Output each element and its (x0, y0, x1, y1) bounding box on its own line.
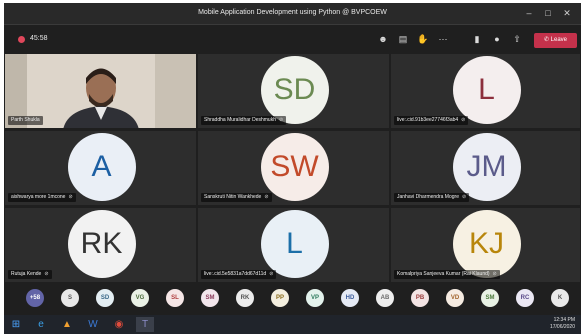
mic-icon[interactable]: ● (490, 33, 504, 45)
participant-name: Rutuja Kende ⊘ (8, 270, 52, 279)
participant-name: Janhavi Dharmendra Mogre ⊘ (394, 193, 470, 202)
participant-tile[interactable]: Aaishwarya more 1mcone ⊘ (4, 130, 197, 206)
participant-name-text: Sanskruti Nitin Wankhede (204, 194, 262, 200)
participant-chip[interactable]: VG (131, 289, 149, 307)
participant-name: live:.cid.5e5831a7dd67d11d ⊘ (201, 270, 277, 279)
participant-avatar: JM (452, 133, 521, 201)
participant-name: live:.cid.91b3ee27746f3ab4 ⊘ (394, 116, 469, 125)
leave-label: Leave (550, 37, 568, 43)
participant-name-text: Rutuja Kende (11, 271, 42, 277)
participant-avatar: SD (260, 56, 329, 124)
more-participants-button[interactable]: +58 (26, 289, 44, 307)
meeting-title: Mobile Application Development using Pyt… (198, 9, 387, 16)
minimize-icon[interactable]: – (522, 7, 536, 19)
edge-icon[interactable]: e (32, 317, 50, 332)
participant-tile[interactable]: Llive:.cid.5e5831a7dd67d11d ⊘ (197, 207, 390, 283)
participant-avatar: SW (260, 133, 329, 201)
participant-avatar: L (452, 56, 521, 124)
participant-name: Sanskruti Nitin Wankhede ⊘ (201, 193, 272, 202)
participant-avatar: L (260, 210, 329, 278)
participant-chip[interactable]: VP (306, 289, 324, 307)
participant-tile[interactable]: JM Janhavi Dharmendra Mogre ⊘ (390, 130, 581, 206)
camera-icon[interactable]: ▮ (470, 33, 484, 45)
phone-icon: ✆ (543, 37, 549, 43)
participant-chip[interactable]: SL (166, 289, 184, 307)
participants-icon[interactable]: ☻ (376, 33, 390, 45)
participant-tile[interactable]: KJ Komalpriya Sanjeeva Kumar (Rai Klaund)… (390, 207, 581, 283)
clock-time: 12:34 PM (553, 317, 575, 323)
participant-tile[interactable]: Llive:.cid.91b3ee27746f3ab4 ⊘ (390, 53, 581, 129)
participant-tile[interactable]: SD Shraddha Muralidhar Deshmukh ⊘ (197, 53, 390, 129)
participant-chip[interactable]: HD (341, 289, 359, 307)
participant-chip[interactable]: SM (201, 289, 219, 307)
participant-chip[interactable]: VD (446, 289, 464, 307)
participant-name-text: live:.cid.5e5831a7dd67d11d (204, 271, 267, 277)
participant-chip[interactable]: RK (236, 289, 254, 307)
participant-tile[interactable]: Parth Shukla (4, 53, 197, 129)
participant-name-text: Shraddha Muralidhar Deshmukh (204, 117, 276, 123)
muted-mic-icon: ⊘ (278, 117, 284, 123)
participant-name: Shraddha Muralidhar Deshmukh ⊘ (201, 116, 287, 125)
muted-mic-icon: ⊘ (461, 117, 466, 123)
participant-name: aishwarya more 1mcone ⊘ (8, 193, 76, 202)
participant-name-text: Parth Shukla (11, 117, 40, 123)
share-icon[interactable]: ⇧ (510, 33, 524, 45)
leave-button[interactable]: ✆ Leave (534, 33, 577, 48)
participant-chip[interactable]: RC (516, 289, 534, 307)
recording-dot-icon (18, 36, 25, 43)
close-icon[interactable]: ✕ (560, 7, 574, 19)
participant-avatar: KJ (452, 210, 521, 278)
maximize-icon[interactable]: □ (541, 7, 555, 19)
participant-name: Komalpriya Sanjeeva Kumar (Rai Klaund) ⊘ (394, 270, 500, 279)
participant-name-text: aishwarya more 1mcone (11, 194, 66, 200)
participant-name: Parth Shukla (8, 116, 43, 125)
meeting-toolbar: 45:58 ☻ ▤ ✋ ⋯ ▮ ● ⇧ ✆ Leave (4, 25, 581, 53)
muted-mic-icon: ⊘ (44, 271, 49, 277)
windows-taskbar: ⊞ e ▲ W ◉ T 12:34 PM 17/06/2020 (4, 315, 581, 334)
muted-mic-icon: ⊘ (461, 194, 467, 200)
participant-name-text: Komalpriya Sanjeeva Kumar (Rai Klaund) (397, 271, 490, 277)
participant-name-text: live:.cid.91b3ee27746f3ab4 (397, 117, 459, 123)
participant-chip[interactable]: PP (271, 289, 289, 307)
teams-window: Mobile Application Development using Pyt… (4, 3, 581, 334)
system-clock: 12:34 PM 17/06/2020 (550, 317, 575, 331)
muted-mic-icon: ⊘ (264, 194, 269, 200)
start-icon[interactable]: ⊞ (8, 317, 24, 332)
participant-name-text: Janhavi Dharmendra Mogre (397, 194, 459, 200)
vlc-icon[interactable]: ▲ (58, 317, 76, 332)
muted-mic-icon: ⊘ (492, 271, 497, 277)
muted-mic-icon: ⊘ (68, 194, 73, 200)
participant-tile[interactable]: SW Sanskruti Nitin Wankhede ⊘ (197, 130, 390, 206)
clock-date: 17/06/2020 (549, 324, 575, 330)
chrome-icon[interactable]: ◉ (110, 317, 128, 332)
raise-hand-icon[interactable]: ✋ (416, 33, 430, 45)
participant-chip[interactable]: S (61, 289, 79, 307)
teams-taskbar-icon[interactable]: T (136, 317, 154, 332)
muted-mic-icon: ⊘ (269, 271, 274, 277)
chat-icon[interactable]: ▤ (396, 33, 410, 45)
participant-chip[interactable]: SM (481, 289, 499, 307)
participant-avatar: A (67, 133, 136, 201)
participant-chip[interactable]: AB (376, 289, 394, 307)
participant-chip[interactable]: SD (96, 289, 114, 307)
word-icon[interactable]: W (84, 317, 102, 332)
participant-chip[interactable]: K (551, 289, 569, 307)
more-icon[interactable]: ⋯ (436, 33, 450, 45)
video-grid: Parth Shukla SD Shraddha Muralidhar Deshmu… (4, 53, 581, 283)
title-bar: Mobile Application Development using Pyt… (4, 3, 581, 25)
participant-chip[interactable]: PB (411, 289, 429, 307)
participant-tile[interactable]: RK Rutuja Kende ⊘ (4, 207, 197, 283)
meeting-timer: 45:58 (30, 35, 48, 42)
participant-avatar: RK (67, 210, 136, 278)
participant-strip: +58 S SD VG SL SM RK PP VP HD AB PB VD SM RC K (4, 285, 581, 315)
